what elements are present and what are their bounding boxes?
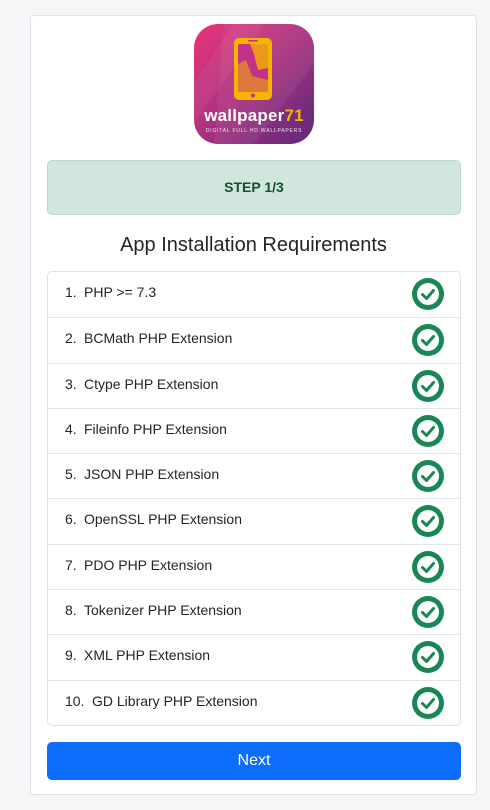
requirement-label: GD Library PHP Extension	[92, 692, 258, 709]
requirement-number: 3.	[65, 375, 77, 392]
requirements-list: 1. PHP >= 7.3 2. BCMath PHP Extension 3.…	[47, 271, 461, 726]
requirement-number: 5.	[65, 466, 77, 483]
check-circle-icon	[412, 369, 444, 402]
requirement-number: 7.	[65, 556, 77, 573]
check-circle-icon	[412, 324, 444, 357]
requirement-number: 4.	[65, 420, 77, 437]
requirement-number: 2.	[65, 330, 77, 347]
requirement-label: BCMath PHP Extension	[84, 330, 233, 347]
check-circle-icon	[412, 550, 444, 583]
requirement-label: PDO PHP Extension	[84, 556, 213, 573]
check-circle-icon	[412, 596, 444, 629]
phone-icon	[194, 24, 314, 144]
check-circle-icon	[412, 686, 444, 719]
requirement-item: 5. JSON PHP Extension	[48, 453, 460, 498]
requirement-number: 1.	[65, 284, 77, 300]
logo-tagline: DIGITAL FULL HD WALLPAPERS	[205, 128, 303, 134]
requirement-label: OpenSSL PHP Extension	[84, 511, 242, 528]
app-logo: wallpaper71 DIGITAL FULL HD WALLPAPERS	[194, 24, 314, 144]
requirement-label: JSON PHP Extension	[84, 466, 220, 483]
requirement-item: 4. Fileinfo PHP Extension	[48, 407, 460, 453]
check-circle-icon	[412, 278, 444, 310]
page-title: App Installation Requirements	[120, 234, 387, 256]
requirement-item: 6. OpenSSL PHP Extension	[48, 498, 460, 543]
requirement-item: 2. BCMath PHP Extension	[48, 317, 460, 362]
requirement-number: 8.	[65, 602, 77, 619]
check-circle-icon	[412, 505, 444, 538]
requirement-item: 7. PDO PHP Extension	[48, 543, 460, 589]
requirement-item: 3. Ctype PHP Extension	[48, 362, 460, 408]
requirement-label: PHP >= 7.3	[84, 284, 157, 300]
logo-wordmark: wallpaper71	[204, 106, 304, 125]
requirement-label: Ctype PHP Extension	[84, 375, 219, 392]
requirement-label: Fileinfo PHP Extension	[84, 420, 227, 437]
step-label: STEP 1/3	[224, 179, 284, 195]
check-circle-icon	[412, 414, 444, 447]
next-button[interactable]: Next	[47, 742, 461, 780]
requirement-item: 9. XML PHP Extension	[48, 634, 460, 679]
requirement-number: 9.	[65, 647, 77, 664]
installer-card: wallpaper71 DIGITAL FULL HD WALLPAPERS S…	[30, 15, 477, 795]
requirement-item: 10. GD Library PHP Extension	[48, 679, 460, 725]
requirement-number: 10.	[65, 692, 85, 709]
requirement-item: 8. Tokenizer PHP Extension	[48, 589, 460, 634]
requirement-label: XML PHP Extension	[84, 647, 211, 664]
requirement-number: 6.	[65, 511, 77, 528]
check-circle-icon	[412, 460, 444, 493]
requirement-label: Tokenizer PHP Extension	[84, 602, 242, 619]
requirement-item: 1. PHP >= 7.3	[48, 272, 460, 317]
check-circle-icon	[412, 641, 444, 674]
step-indicator: STEP 1/3	[47, 160, 461, 215]
